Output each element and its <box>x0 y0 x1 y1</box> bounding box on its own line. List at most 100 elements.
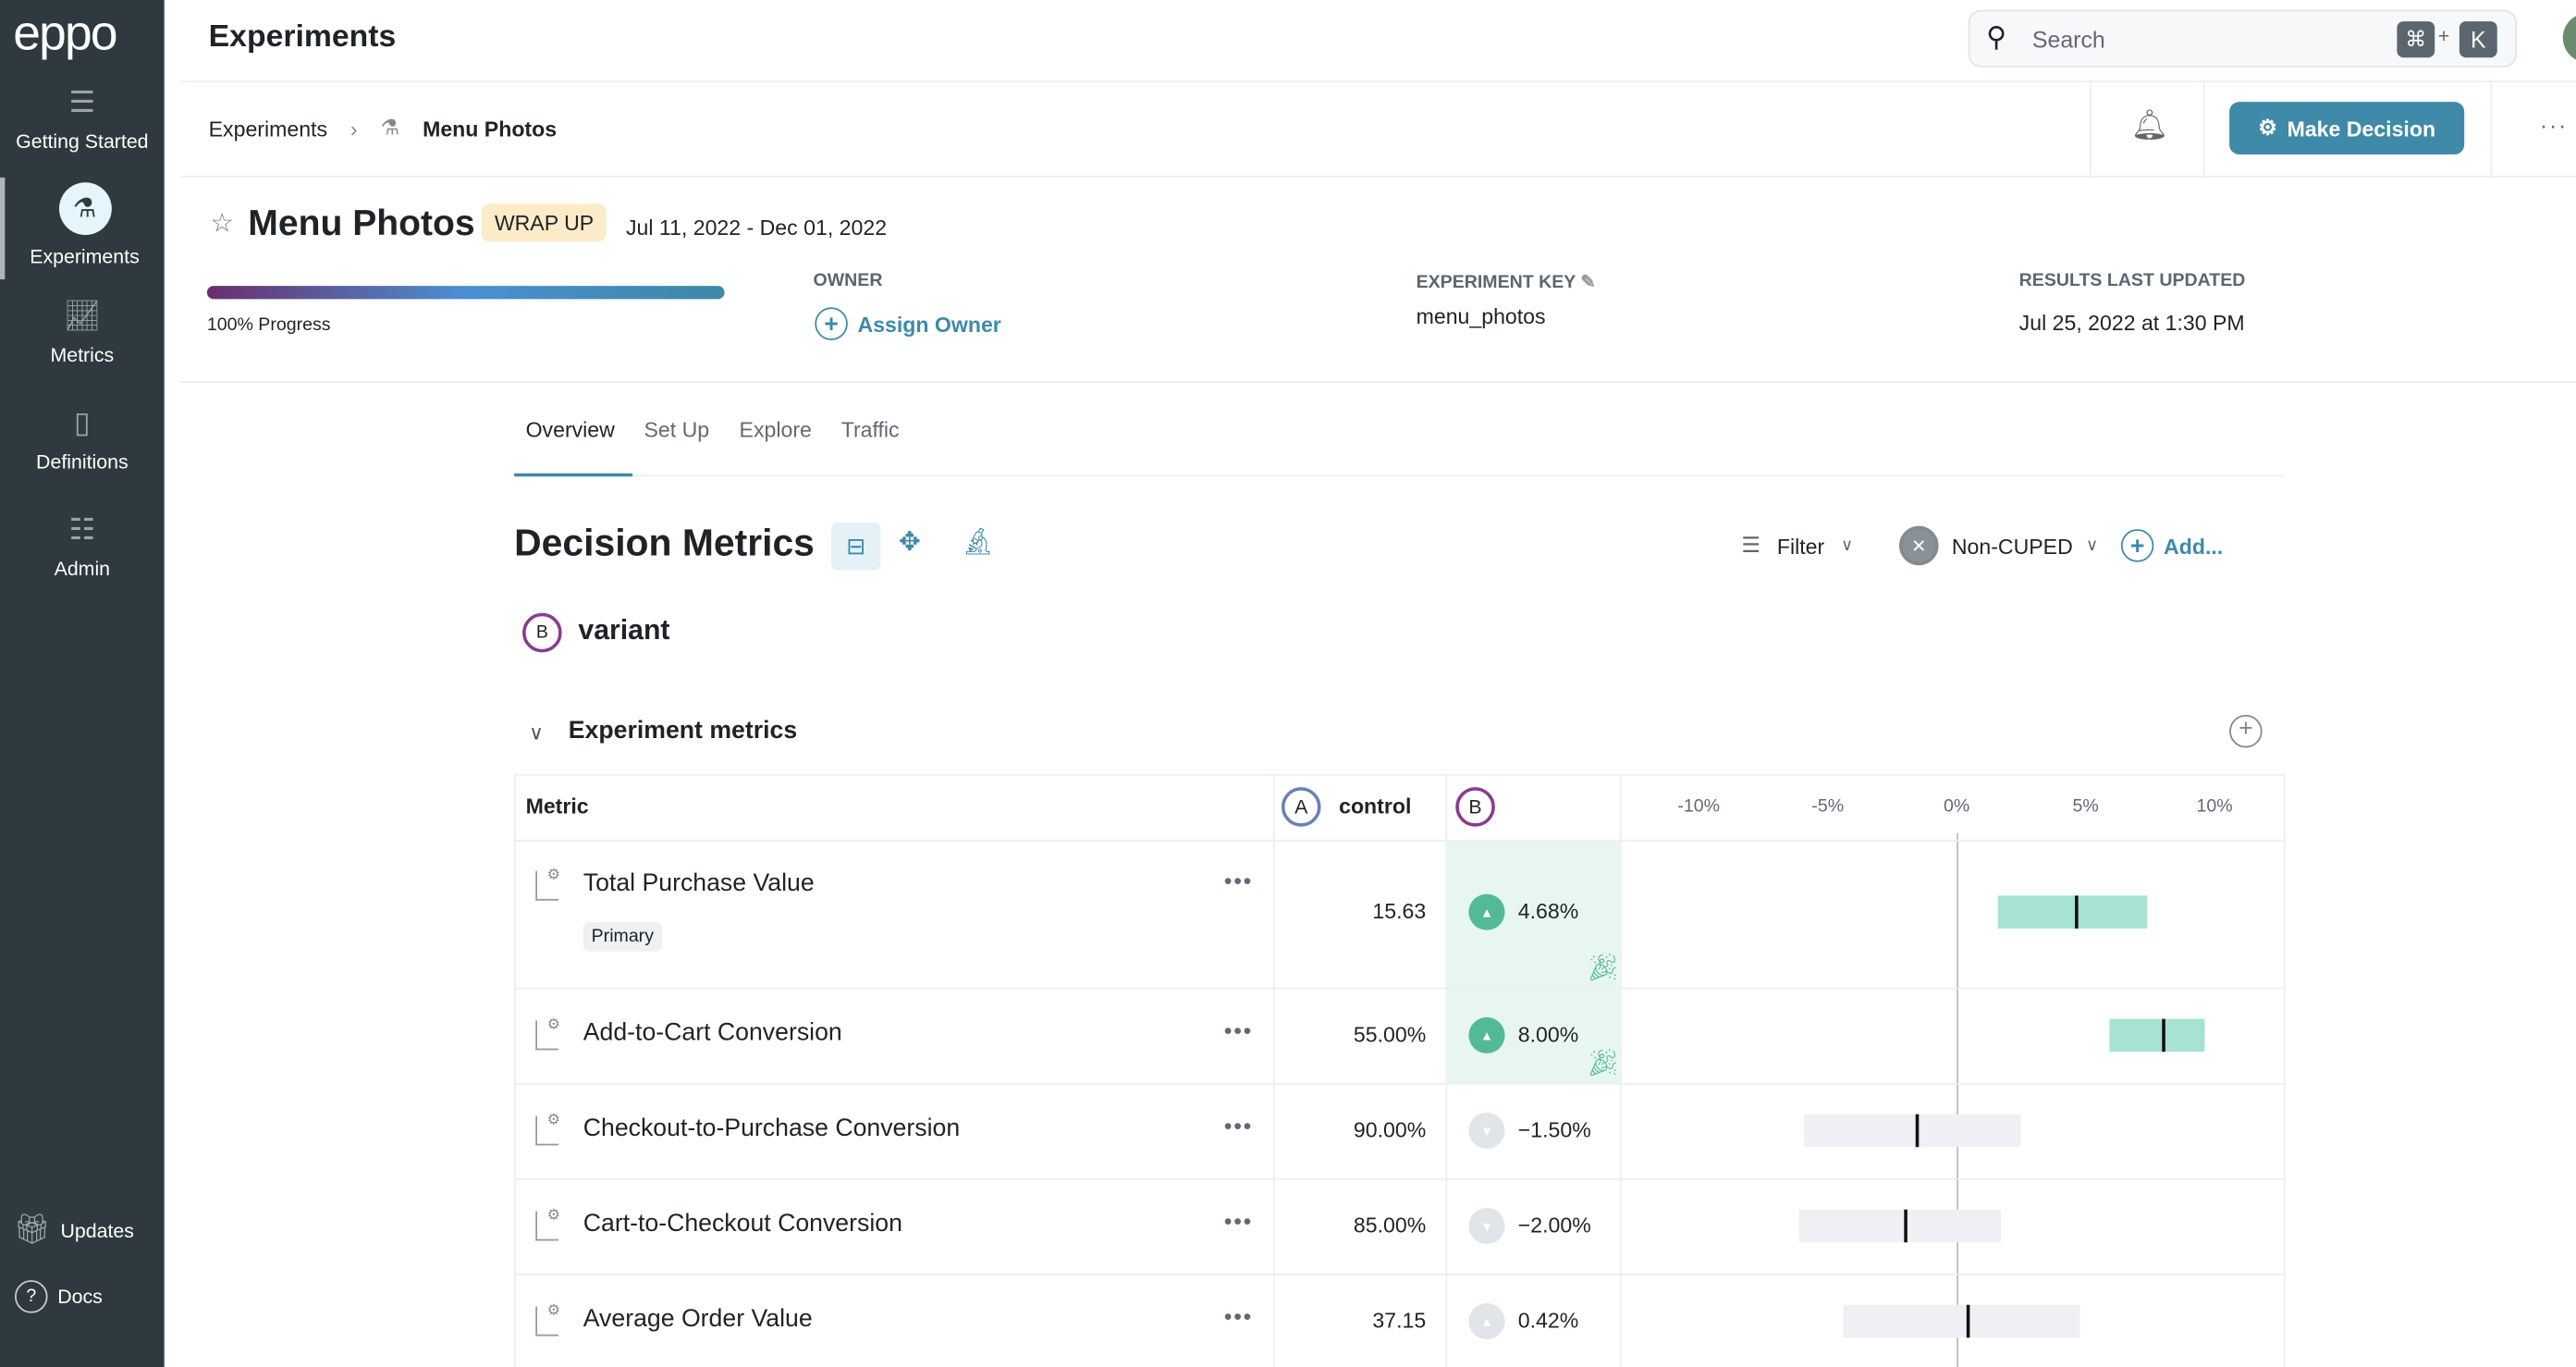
pencil-icon[interactable]: ✎ <box>1580 273 1595 292</box>
variant-name: variant <box>578 614 670 647</box>
metrics-table: Metric A control B -10% -5% 0% 5% 10% 🎉︎ ⚙ T… <box>514 773 2286 1367</box>
sidebar-label: Experiments <box>30 244 140 268</box>
gift-icon: 🎁︎ <box>13 1213 51 1246</box>
lift-value: 4.68% <box>1517 898 1579 924</box>
sidebar-item-admin[interactable]: ☷ Admin <box>0 512 165 580</box>
chevron-down-icon: ∨ <box>1840 536 1854 555</box>
gear-icon: ⚙ <box>546 866 561 883</box>
flask-icon: ⚗ <box>380 115 400 141</box>
tab-set-up[interactable]: Set Up <box>644 417 710 442</box>
control-badge: A <box>1281 787 1321 827</box>
add-metric-button[interactable]: + Add... <box>2120 529 2224 562</box>
make-decision-button[interactable]: ⚙ Make Decision <box>2229 102 2465 155</box>
sidebar-item-getting-started[interactable]: ☰ Getting Started <box>0 85 165 153</box>
search-input[interactable]: ⚲ Search ⌘ + K <box>1968 9 2518 68</box>
avatar[interactable] <box>2562 13 2576 63</box>
results-updated: Jul 25, 2022 at 1:30 PM <box>2018 310 2245 336</box>
axis-tick: 10% <box>2196 796 2233 818</box>
updates-link[interactable]: 🎁︎ Updates <box>13 1213 134 1247</box>
row-more-button[interactable]: ••• <box>1224 1303 1253 1329</box>
row-more-button[interactable]: ••• <box>1224 1113 1253 1139</box>
chart-line-icon: 📈︎ <box>63 299 102 332</box>
progress-fill <box>206 286 725 300</box>
star-icon[interactable]: ☆ <box>210 207 233 240</box>
confidence-interval-bar[interactable] <box>2108 1018 2204 1053</box>
confidence-interval-bar[interactable] <box>1798 1209 2001 1243</box>
tab-explore[interactable]: Explore <box>740 417 812 442</box>
help-icon: ? <box>14 1280 48 1313</box>
filter-label: Filter <box>1776 533 1825 559</box>
sidebar-item-definitions[interactable]: ▯ Definitions <box>0 406 165 474</box>
progress-bar <box>206 286 725 300</box>
owner-label: OWNER <box>813 271 883 291</box>
plus-circle-icon: + <box>815 307 848 340</box>
control-value: 55.00% <box>1353 1022 1427 1047</box>
shortcut-plus: + <box>2437 24 2450 48</box>
key-label-text: EXPERIMENT KEY <box>1416 272 1576 293</box>
metric-name[interactable]: Total Purchase Value <box>583 869 815 897</box>
lift-value: 0.42% <box>1517 1308 1579 1333</box>
results-updated-label: RESULTS LAST UPDATED <box>2018 271 2246 291</box>
row-more-button[interactable]: ••• <box>1224 1208 1253 1234</box>
metric-name[interactable]: Add-to-Cart Conversion <box>583 1019 842 1047</box>
party-popper-icon: 🎉︎ <box>1586 954 1620 983</box>
point-estimate-mark <box>2075 895 2079 929</box>
point-estimate-mark <box>2161 1018 2165 1053</box>
cuped-dropdown[interactable]: ✕ Non-CUPED ∨ <box>1898 525 2098 566</box>
move-icon[interactable]: ✥ <box>899 526 921 560</box>
row-more-button[interactable]: ••• <box>1224 868 1253 893</box>
sidebar-item-experiments[interactable]: ⚗ Experiments <box>0 177 165 280</box>
variant-badge: B <box>522 612 562 653</box>
metric-name[interactable]: Average Order Value <box>583 1305 813 1333</box>
experiment-dates: Jul 11, 2022 - Dec 01, 2022 <box>625 215 888 240</box>
confidence-interval-bar[interactable] <box>1997 895 2148 929</box>
gear-icon: ⚙ <box>546 1301 561 1318</box>
add-section-icon[interactable]: + <box>2229 714 2263 748</box>
confidence-interval-bar[interactable] <box>1843 1304 2081 1338</box>
variant-col-badge: B <box>1455 787 1495 827</box>
add-label: Add... <box>2164 533 2224 559</box>
sidebar: eppo ☰ Getting Started ⚗ Experiments 📈︎ Met… <box>0 0 165 1367</box>
microscope-icon[interactable]: 🔬︎ <box>961 526 994 560</box>
progress-label: 100% Progress <box>206 315 331 336</box>
collapse-chevron-icon[interactable]: ∨ <box>529 721 544 745</box>
arrow-up-icon: ▲ <box>1468 893 1505 930</box>
tab-traffic[interactable]: Traffic <box>841 417 900 442</box>
confidence-interval-bar[interactable] <box>1804 1114 2021 1148</box>
sidebar-label: Admin <box>54 557 111 581</box>
lift-value: −2.00% <box>1517 1213 1591 1238</box>
row-more-button[interactable]: ••• <box>1224 1017 1253 1043</box>
sliders-icon: ☷ <box>68 512 96 546</box>
active-tab-indicator <box>514 473 633 477</box>
decision-metrics-title: Decision Metrics <box>514 521 815 564</box>
shortcut-key: K <box>2459 21 2497 58</box>
axis-tick: 0% <box>1944 796 1970 818</box>
bell-icon[interactable]: 🔔︎ <box>2131 108 2169 142</box>
party-popper-icon: 🎉︎ <box>1586 1050 1620 1078</box>
breadcrumb-experiments[interactable]: Experiments <box>209 116 327 141</box>
lightbulb-gear-icon: ⚙ <box>2258 115 2277 141</box>
metric-name[interactable]: Cart-to-Checkout Conversion <box>583 1210 902 1238</box>
col-control-header: control <box>1339 794 1412 819</box>
search-icon: ⚲ <box>1986 21 2007 53</box>
docs-link[interactable]: ? Docs <box>14 1280 103 1313</box>
breadcrumb: Experiments › ⚗ Menu Photos <box>209 115 557 141</box>
point-estimate-mark <box>1903 1209 1907 1243</box>
tab-overview[interactable]: Overview <box>526 417 615 442</box>
gear-icon: ⚙ <box>546 1206 561 1223</box>
eppo-logo: eppo <box>13 6 117 61</box>
flask-icon: ⚗ <box>58 182 111 236</box>
bar-view-icon[interactable]: ⊟ <box>831 523 881 571</box>
sidebar-item-metrics[interactable]: 📈︎ Metrics <box>0 299 165 366</box>
axis-tick: -5% <box>1811 796 1845 818</box>
filter-icon: ☰ <box>1741 532 1761 558</box>
metric-name[interactable]: Checkout-to-Purchase Conversion <box>583 1115 960 1142</box>
point-estimate-mark <box>1966 1304 1969 1338</box>
filter-dropdown[interactable]: ☰ Filter ∨ <box>1741 533 1853 559</box>
more-options-button[interactable]: ··· <box>2540 112 2568 138</box>
assign-owner-button[interactable]: + Assign Owner <box>815 307 1001 340</box>
experiment-key-label: EXPERIMENT KEY ✎ <box>1417 271 1596 292</box>
gear-icon: ⚙ <box>546 1111 561 1127</box>
col-metric-header: Metric <box>525 794 589 819</box>
shortcut-cmd: ⌘ <box>2397 21 2435 58</box>
